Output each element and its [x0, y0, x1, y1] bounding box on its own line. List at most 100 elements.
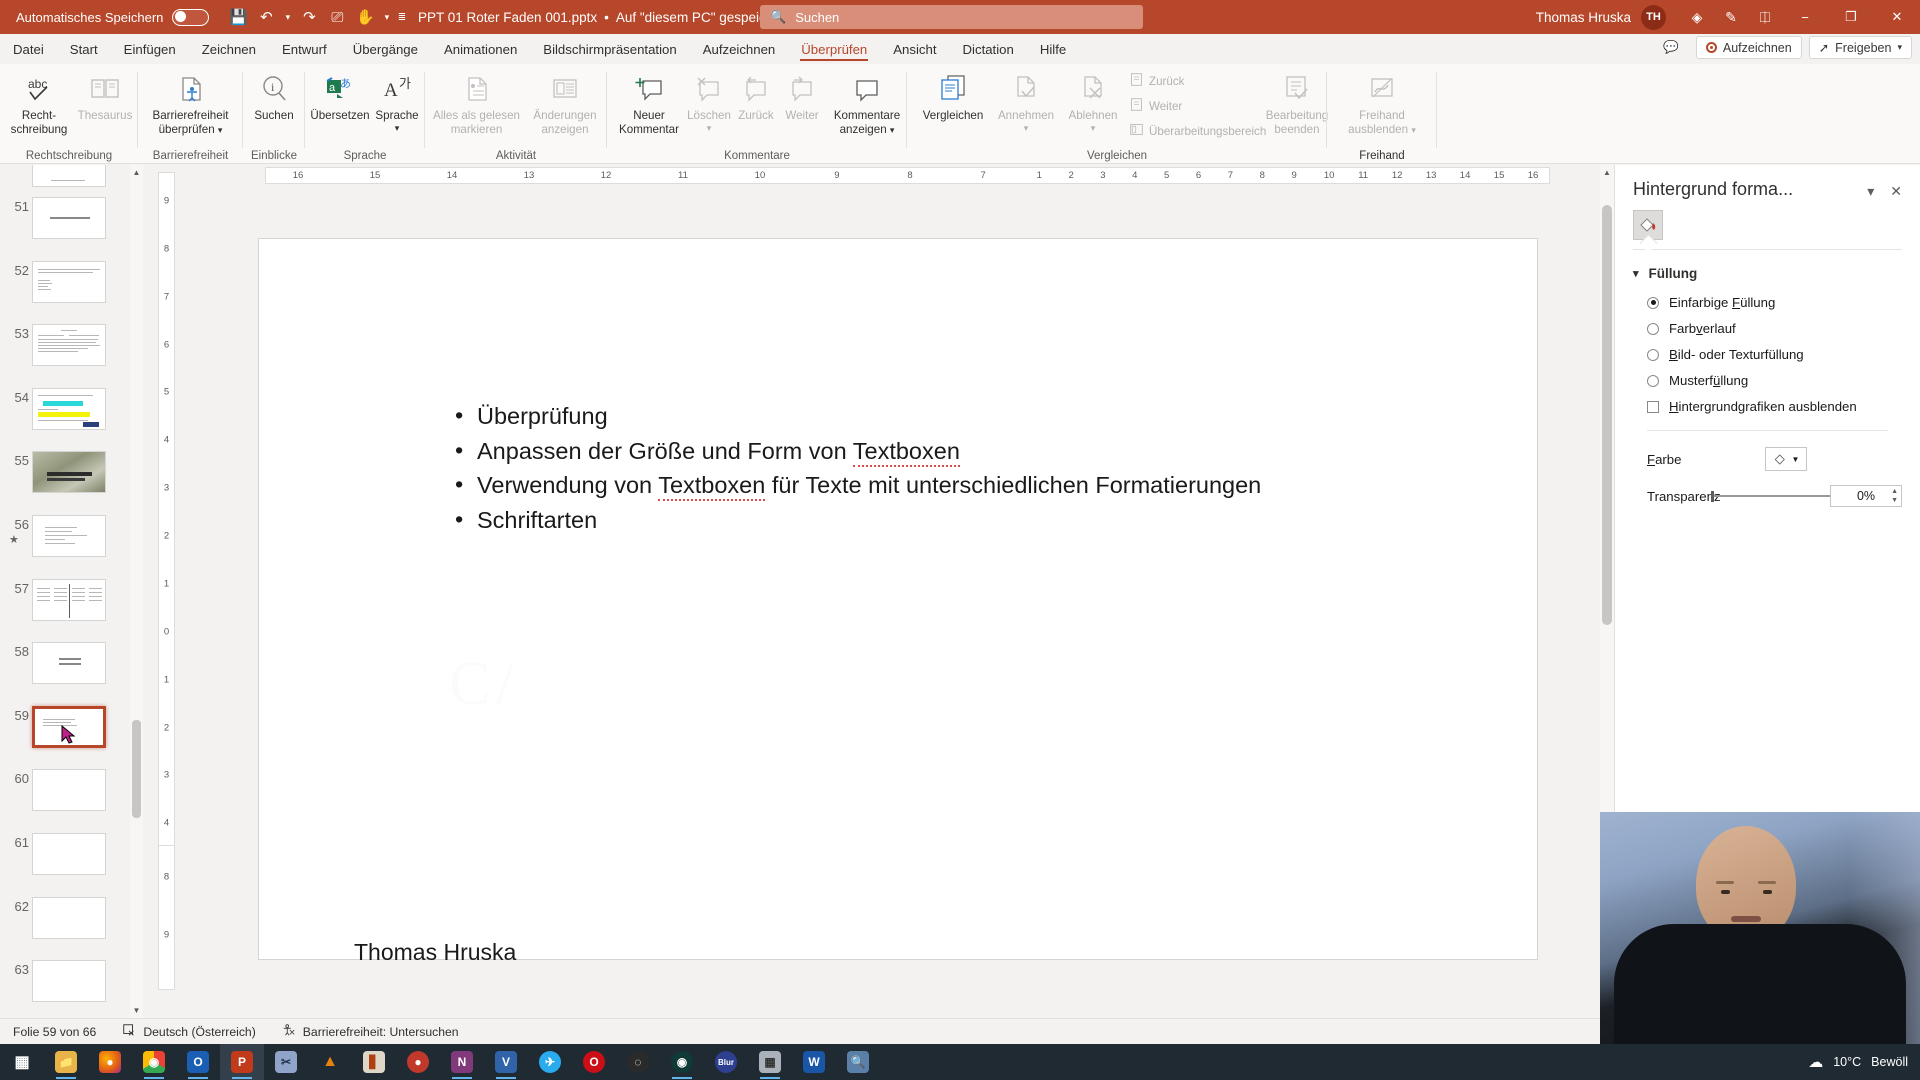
ribbon-item-sprache[interactable]: A가 Sprache ▾ — [373, 70, 421, 134]
tab-start[interactable]: Start — [57, 38, 111, 61]
record-button[interactable]: Aufzeichnen — [1695, 36, 1802, 59]
taskbar-vlc[interactable]: ▲ — [308, 1044, 352, 1080]
tab-ueberpruefen[interactable]: Überprüfen — [788, 38, 880, 61]
option-musterfuellung[interactable]: Musterfüllung — [1647, 373, 1902, 388]
ribbon-item-loeschen[interactable]: Löschen ▾ — [685, 70, 733, 134]
tab-animationen[interactable]: Animationen — [431, 38, 530, 61]
ribbon-item-neuer-kommentar[interactable]: Neuer Kommentar — [613, 70, 685, 137]
thumbnail-row[interactable]: 54 — [0, 384, 143, 448]
slide-thumbnail[interactable] — [32, 387, 106, 430]
taskbar-notes-app[interactable]: ▦ — [748, 1044, 792, 1080]
autosave-toggle[interactable] — [172, 8, 210, 26]
weather-temp[interactable]: 10°C — [1833, 1055, 1861, 1069]
weather-text[interactable]: Bewöll — [1871, 1055, 1908, 1069]
taskbar-onenote[interactable]: N — [440, 1044, 484, 1080]
thumbnail-row[interactable]: 57 — [0, 575, 143, 639]
user-name[interactable]: Thomas Hruska — [1536, 10, 1631, 25]
slide-thumbnail[interactable] — [32, 451, 106, 494]
language-status[interactable]: Deutsch (Österreich) — [109, 1023, 268, 1040]
option-farbverlauf[interactable]: Farbverlauf — [1647, 321, 1902, 336]
ribbon-item-suchen[interactable]: i Suchen — [249, 70, 299, 123]
ribbon-item-thesaurus[interactable]: Thesaurus — [76, 70, 134, 123]
taskbar-opera[interactable]: O — [572, 1044, 616, 1080]
slide-thumbnail[interactable] — [32, 324, 106, 367]
taskbar-audacity[interactable]: ● — [396, 1044, 440, 1080]
slide-counter[interactable]: Folie 59 von 66 — [0, 1025, 109, 1039]
slide-thumbnail[interactable] — [32, 578, 106, 621]
tab-dictation[interactable]: Dictation — [950, 38, 1027, 61]
close-icon[interactable]: ✕ — [1890, 183, 1902, 200]
touch-mode-icon[interactable]: ✋ — [352, 4, 378, 30]
taskbar-media-app[interactable]: ▋ — [352, 1044, 396, 1080]
ribbon-item-ablehnen[interactable]: Ablehnen ▾ — [1060, 70, 1126, 134]
redo-icon[interactable]: ↷ — [296, 4, 322, 30]
touch-dropdown-icon[interactable]: ▾ — [380, 4, 393, 30]
slide-thumbnail[interactable] — [32, 165, 106, 187]
slide-thumbnail-selected[interactable] — [32, 705, 106, 748]
ribbon-item-uebersetzen[interactable]: aあ Übersetzen — [309, 70, 371, 123]
thumbnail-row[interactable]: 52 — [0, 257, 143, 321]
tab-datei[interactable]: Datei — [0, 38, 57, 61]
tab-aufzeichnen[interactable]: Aufzeichnen — [690, 38, 789, 61]
scroll-up-icon[interactable]: ▲ — [130, 165, 143, 180]
ribbon-item-vergleichen[interactable]: Vergleichen — [917, 70, 989, 123]
restore-button[interactable]: ❐ — [1828, 0, 1874, 34]
taskbar-firefox[interactable]: ● — [88, 1044, 132, 1080]
thumbnail-row[interactable]: 53 — [0, 320, 143, 384]
scrollbar-thumb[interactable] — [132, 720, 141, 818]
ribbon-item-kommentar-zurueck[interactable]: Zurück — [733, 70, 779, 123]
slide-thumbnail[interactable] — [32, 260, 106, 303]
transparency-slider[interactable] — [1711, 487, 1830, 505]
scrollbar-thumb[interactable] — [1602, 205, 1612, 625]
taskbar-snipping-tool[interactable]: ✂ — [264, 1044, 308, 1080]
slide-author-textbox[interactable]: Thomas Hruska — [354, 939, 516, 966]
slide-thumbnail[interactable] — [32, 896, 106, 939]
slide-thumbnail[interactable] — [32, 832, 106, 875]
thumbnail-row[interactable]: 55 — [0, 447, 143, 511]
minimize-button[interactable]: − — [1782, 0, 1828, 34]
slide-thumbnail[interactable] — [32, 960, 106, 1003]
ribbon-item-aenderungen-anzeigen[interactable]: Änderungen anzeigen — [525, 70, 605, 137]
accessibility-status[interactable]: Barrierefreiheit: Untersuchen — [269, 1023, 472, 1040]
ribbon-item-freihand-ausblenden[interactable]: Freihand ausblenden ▾ — [1335, 70, 1429, 137]
search-input[interactable]: 🔍 Suchen — [760, 5, 1143, 29]
vertical-ruler-lower[interactable]: 89 — [158, 845, 175, 990]
ribbon-item-alles-gelesen[interactable]: Alles als gelesen markieren — [429, 70, 524, 137]
scroll-up-icon[interactable]: ▲ — [1600, 165, 1614, 180]
spinner-arrows-icon[interactable]: ▲ ▼ — [1891, 487, 1898, 505]
slide-canvas[interactable]: C/ Überprüfung Anpassen der Größe und Fo… — [258, 238, 1538, 965]
ribbon-item-barrierefreiheit-pruefen[interactable]: Barrierefreiheit überprüfen ▾ — [141, 70, 240, 137]
tab-entwurf[interactable]: Entwurf — [269, 38, 340, 61]
thumbnail-row[interactable]: 60 — [0, 765, 143, 829]
fill-section-header[interactable]: ▾ Füllung — [1633, 266, 1902, 281]
pen-magic-icon[interactable]: ✎ — [1714, 0, 1748, 34]
slide-thumbnail[interactable] — [32, 514, 106, 557]
ribbon-item-bearbeitung-beenden[interactable]: Bearbeitung beenden — [1262, 70, 1332, 137]
taskbar-blur-app[interactable]: Blur — [704, 1044, 748, 1080]
taskbar-chrome[interactable]: ◉ — [132, 1044, 176, 1080]
slide-body-textbox[interactable]: Überprüfung Anpassen der Größe und Form … — [449, 398, 1329, 537]
ribbon-item-kommentar-weiter[interactable]: Weiter — [779, 70, 825, 123]
ribbon-item-kommentare-anzeigen[interactable]: Kommentare anzeigen ▾ — [829, 70, 905, 137]
horizontal-ruler-right[interactable]: 12 34 56 78 9 10 11 12 13 14 15 16 — [1018, 167, 1550, 184]
ribbon-item-ueberarbeitungsbereich[interactable]: Überarbeitungsbereich — [1129, 122, 1266, 141]
tab-uebergaenge[interactable]: Übergänge — [340, 38, 431, 61]
taskbar-powerpoint[interactable]: P — [220, 1044, 264, 1080]
comments-button[interactable]: 💬 — [1653, 36, 1689, 59]
slide-thumbnail[interactable] — [32, 642, 106, 685]
undo-icon[interactable]: ↶ — [253, 4, 279, 30]
thumbnail-row[interactable]: 61 — [0, 829, 143, 893]
taskbar-visio[interactable]: V — [484, 1044, 528, 1080]
tab-bildschirmpraesentation[interactable]: Bildschirmpräsentation — [530, 38, 689, 61]
taskbar-camtasia[interactable]: ◉ — [660, 1044, 704, 1080]
tab-einfuegen[interactable]: Einfügen — [111, 38, 189, 61]
taskbar-telegram[interactable]: ✈ — [528, 1044, 572, 1080]
transparency-spinner[interactable]: 0% ▲ ▼ — [1830, 485, 1902, 507]
ribbon-item-aenderung-weiter[interactable]: Weiter — [1129, 97, 1182, 116]
thumbnail-row[interactable]: 56 ★ — [0, 511, 143, 575]
thumbnail-row[interactable]: 51 — [0, 193, 143, 257]
taskbar-screen-magnifier[interactable]: 🔍 — [836, 1044, 880, 1080]
scroll-down-icon[interactable]: ▼ — [130, 1003, 143, 1018]
diamond-icon[interactable]: ◈ — [1680, 0, 1714, 34]
ribbon-item-rechtschreibung[interactable]: abc Recht- schreibung — [8, 70, 70, 137]
